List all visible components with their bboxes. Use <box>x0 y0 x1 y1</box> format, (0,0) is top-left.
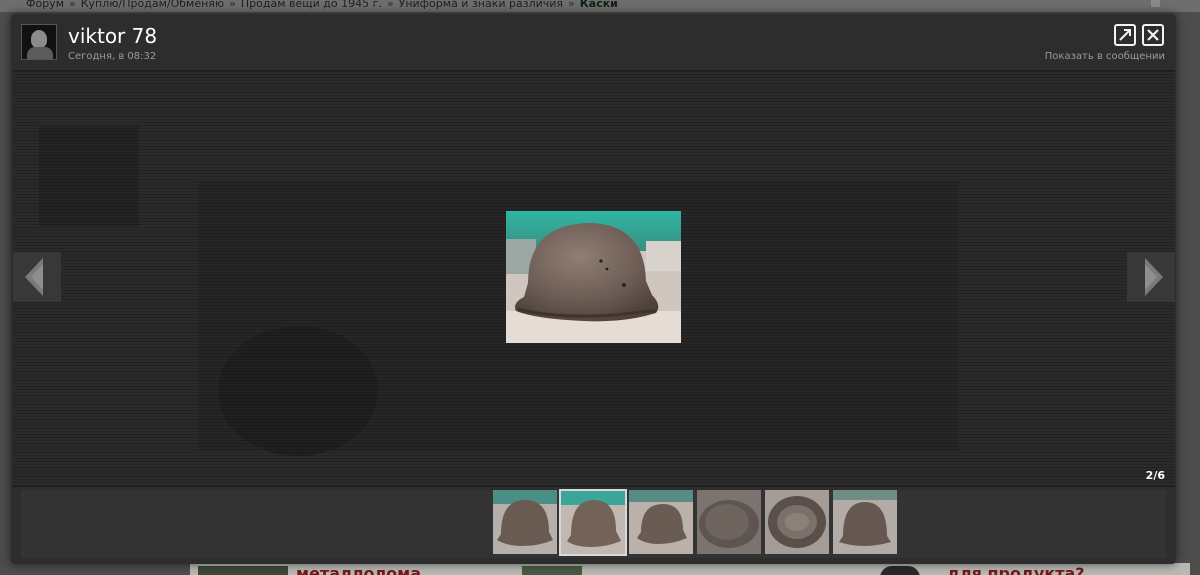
lightbox-header: viktor 78 Сегодня, в 08:32 Показать в со… <box>11 14 1176 70</box>
helmet-photo-side-icon <box>493 490 557 554</box>
avatar[interactable] <box>21 24 57 60</box>
image-counter: 2/6 <box>1145 469 1165 482</box>
image-stage: 2/6 <box>13 70 1175 487</box>
open-in-new-window-button[interactable] <box>1114 24 1136 46</box>
thumbnail-3[interactable] <box>629 490 693 554</box>
image-lightbox: viktor 78 Сегодня, в 08:32 Показать в со… <box>11 14 1176 564</box>
thumbnail-5[interactable] <box>765 490 829 554</box>
thumbnail-4[interactable] <box>697 490 761 554</box>
breadcrumb-separator: » <box>568 0 575 10</box>
background-thumbnail <box>198 566 288 575</box>
breadcrumb-item-buy-sell[interactable]: Куплю/Продам/Обменяю <box>81 0 224 10</box>
previous-image-button[interactable] <box>13 252 61 302</box>
background-topic-list: металлолома для продукта? <box>190 563 1190 575</box>
breadcrumb-separator: » <box>69 0 76 10</box>
breadcrumb-separator: » <box>386 0 394 10</box>
show-in-post-link[interactable]: Показать в сообщении <box>1045 51 1165 62</box>
avatar-body <box>27 47 53 59</box>
breadcrumb-item-sell-pre-1945[interactable]: Продам вещи до 1945 г. <box>241 0 382 10</box>
breadcrumb-separator: » <box>229 0 236 10</box>
close-button[interactable] <box>1142 24 1164 46</box>
helmet-photo <box>506 211 681 343</box>
arrow-left-icon <box>25 258 43 296</box>
next-image-button[interactable] <box>1127 252 1175 302</box>
background-thumbnail <box>880 566 920 575</box>
thumbnail-strip <box>21 489 1166 558</box>
close-icon <box>1147 29 1159 41</box>
background-thumbnail <box>522 566 582 575</box>
avatar-head <box>31 30 47 48</box>
thumbnail-6[interactable] <box>833 490 897 554</box>
main-image-helmet[interactable] <box>506 211 681 343</box>
helmet-photo-top-icon <box>697 490 761 554</box>
helmet-photo-side-icon <box>629 490 693 554</box>
breadcrumb-item-forum[interactable]: Форум <box>26 0 64 10</box>
scroll-icon <box>1151 0 1160 7</box>
background-topic-title: для продукта? <box>947 564 1085 575</box>
arrow-right-icon <box>1145 258 1163 296</box>
helmet-photo-front-icon <box>833 490 897 554</box>
external-link-icon <box>1119 29 1131 41</box>
background-topic-title: металлолома <box>296 564 422 575</box>
helmet-photo-side-icon <box>561 491 625 554</box>
post-timestamp: Сегодня, в 08:32 <box>68 51 157 62</box>
user-name[interactable]: viktor 78 <box>68 24 157 48</box>
thumbnail-2[interactable] <box>559 489 627 556</box>
breadcrumb: Форум » Куплю/Продам/Обменяю » Продам вещи д… <box>0 0 1200 12</box>
thumbnail-1[interactable] <box>493 490 557 554</box>
helmet-photo-inside-icon <box>765 490 829 554</box>
breadcrumb-item-uniforms[interactable]: Униформа и знаки различия <box>399 0 563 10</box>
breadcrumb-item-helmets[interactable]: Каски <box>580 0 618 10</box>
